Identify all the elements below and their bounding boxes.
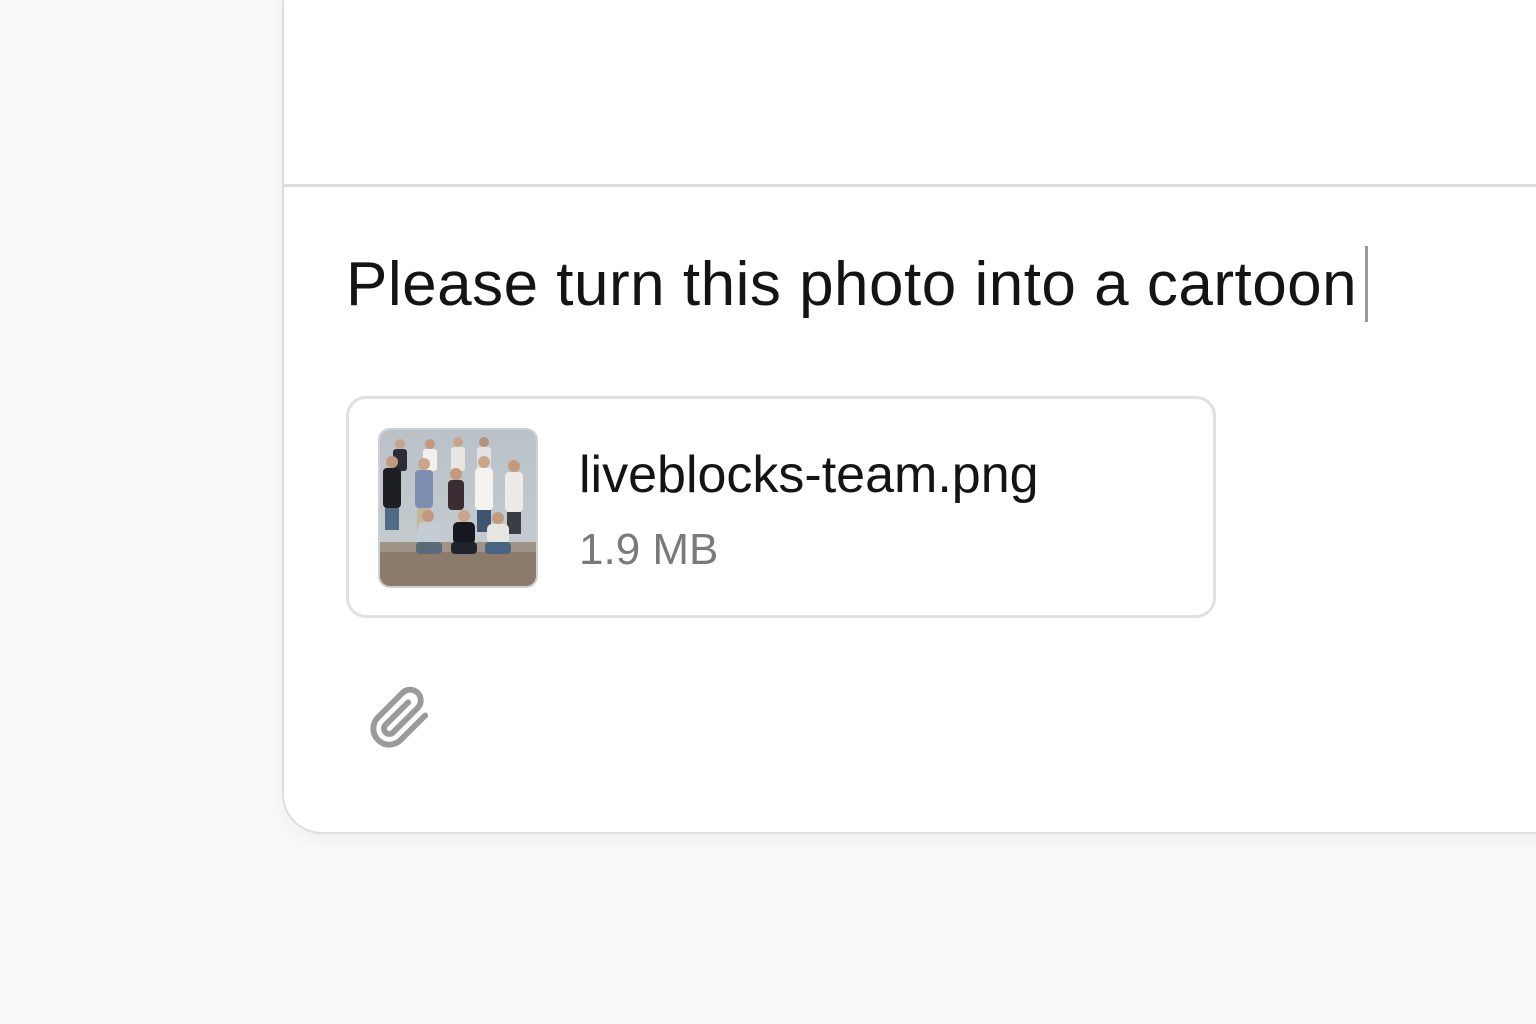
attachment-card[interactable]: liveblocks-team.png 1.9 MB (346, 396, 1216, 618)
chat-composer-panel: Please turn this photo into a cartoon li… (282, 0, 1536, 834)
attach-file-button[interactable] (362, 682, 438, 758)
team-photo-image (380, 430, 536, 586)
messages-divider (284, 184, 1536, 187)
text-caret (1365, 246, 1369, 322)
attachment-file-size: 1.9 MB (579, 525, 719, 574)
app-canvas: Please turn this photo into a cartoon li… (0, 0, 1536, 1024)
paperclip-icon (368, 686, 432, 755)
composer-input[interactable]: Please turn this photo into a cartoon (346, 244, 1369, 324)
attachment-thumbnail (378, 428, 538, 588)
attachment-file-name: liveblocks-team.png (579, 446, 1039, 504)
composer-input-text: Please turn this photo into a cartoon (346, 249, 1358, 319)
